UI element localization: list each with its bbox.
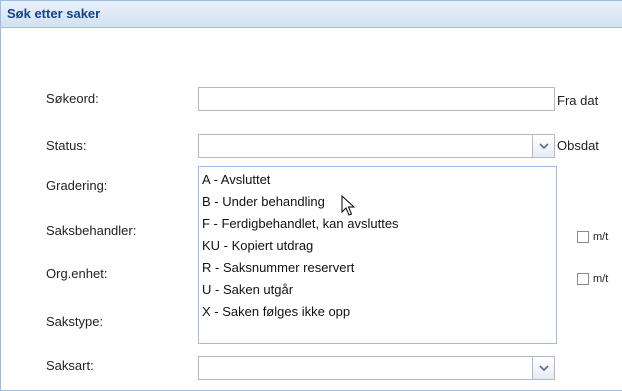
status-option-u[interactable]: U - Saken utgår xyxy=(199,279,556,301)
panel-title: Søk etter saker xyxy=(7,6,101,21)
chevron-down-icon xyxy=(538,143,549,149)
status-combobox[interactable] xyxy=(198,134,555,158)
search-cases-panel: Søk etter saker Søkeord: Status: Graderi… xyxy=(0,0,622,391)
search-term-label: Søkeord: xyxy=(46,91,99,106)
checkbox-1-label: m/t xyxy=(593,231,609,243)
checkbox-2[interactable]: m/t xyxy=(577,273,608,285)
status-option-a[interactable]: A - Avsluttet xyxy=(199,169,556,191)
obs-date-label: Obsdat xyxy=(557,138,599,153)
status-dropdown-list: A - Avsluttet B - Under behandling F - F… xyxy=(198,166,557,344)
status-label: Status: xyxy=(46,138,87,153)
grading-label: Gradering: xyxy=(46,178,108,193)
case-kind-combobox[interactable] xyxy=(198,356,555,380)
status-option-r[interactable]: R - Saksnummer reservert xyxy=(199,257,556,279)
panel-header: Søk etter saker xyxy=(1,1,622,28)
case-kind-dropdown-button[interactable] xyxy=(532,357,554,379)
case-handler-label: Saksbehandler: xyxy=(46,223,137,238)
search-term-input[interactable] xyxy=(198,87,555,111)
case-kind-label: Saksart: xyxy=(46,358,94,373)
status-dropdown-button[interactable] xyxy=(532,135,554,157)
checkbox-2-label: m/t xyxy=(593,273,609,285)
checkbox-1[interactable]: m/t xyxy=(577,231,608,243)
from-date-label: Fra dat xyxy=(557,93,599,108)
org-unit-label: Org.enhet: xyxy=(46,266,108,281)
case-type-label: Sakstype: xyxy=(46,314,104,329)
mouse-pointer-icon xyxy=(341,195,355,216)
checkbox-2-box[interactable] xyxy=(577,273,589,285)
status-option-x[interactable]: X - Saken følges ikke opp xyxy=(199,301,556,323)
status-option-b[interactable]: B - Under behandling xyxy=(199,191,556,213)
checkbox-1-box[interactable] xyxy=(577,231,589,243)
status-option-f[interactable]: F - Ferdigbehandlet, kan avsluttes xyxy=(199,213,556,235)
chevron-down-icon xyxy=(538,365,549,371)
status-option-ku[interactable]: KU - Kopiert utdrag xyxy=(199,235,556,257)
